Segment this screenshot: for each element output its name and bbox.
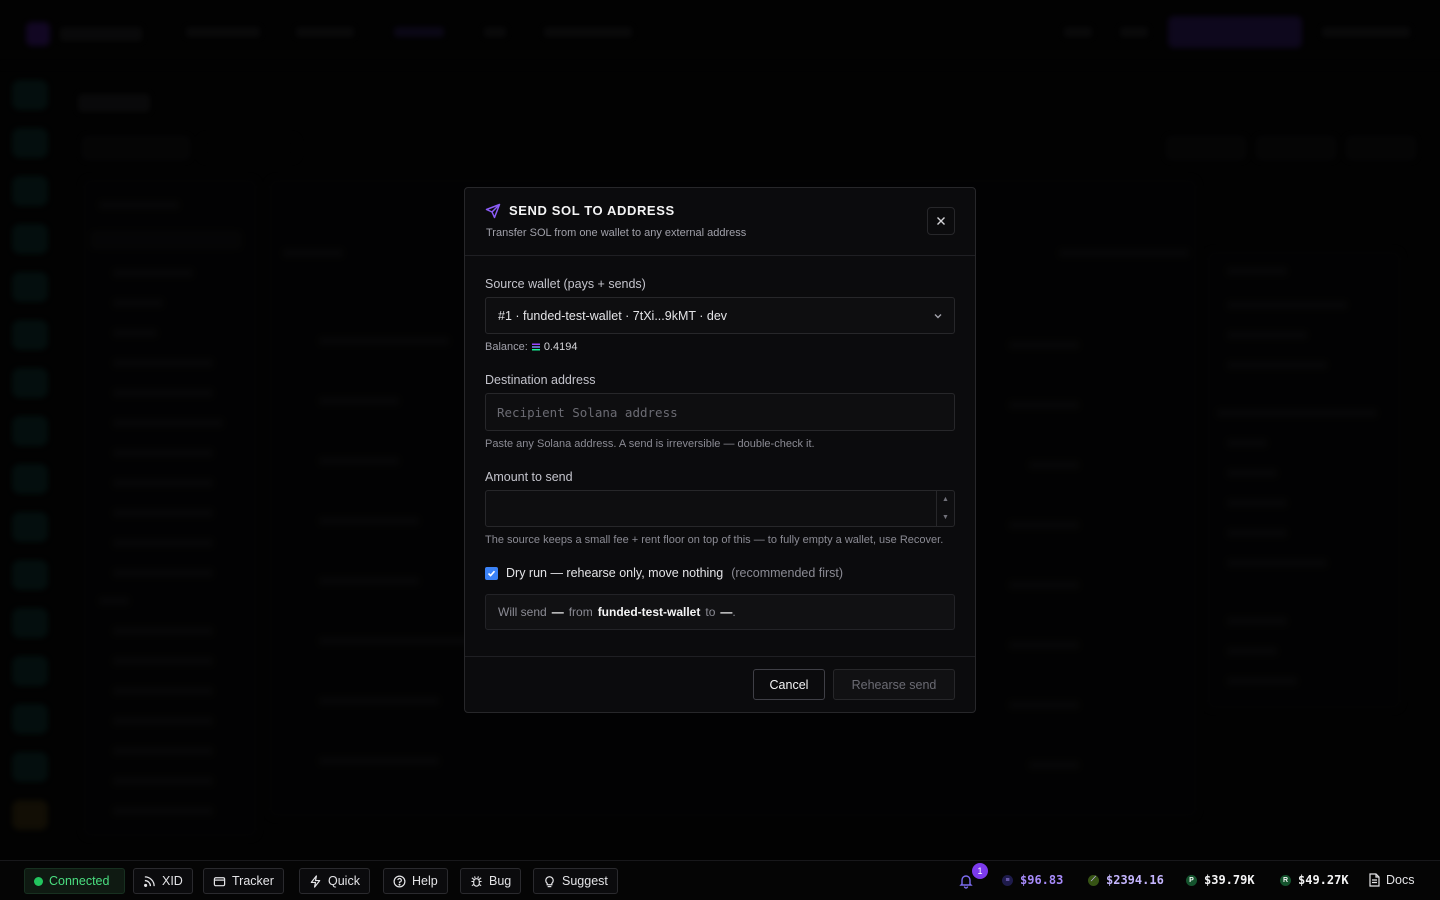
source-wallet-label: Source wallet (pays + sends) xyxy=(485,277,646,291)
summary-to: to xyxy=(705,605,716,619)
dry-run-label: Dry run — rehearse only, move nothing xyxy=(506,566,724,580)
ticker-value: $49.27K xyxy=(1298,873,1349,887)
connection-label: Connected xyxy=(49,874,110,888)
sol-icon xyxy=(531,343,540,351)
amount-stepper[interactable]: ▲ ▼ xyxy=(936,491,954,526)
source-wallet-value: #1 · funded-test-wallet · 7tXi...9kMT · … xyxy=(498,308,728,323)
eth-ticker-icon: ⟋ xyxy=(1088,874,1099,886)
status-dot-icon xyxy=(34,876,43,886)
modal-title: SEND SOL TO ADDRESS xyxy=(509,203,675,218)
ticker-value: $96.83 xyxy=(1020,873,1064,887)
lightning-icon xyxy=(310,874,321,888)
ticker-value: $39.79K xyxy=(1204,873,1255,887)
sol-ticker-icon: ≡ xyxy=(1002,874,1013,886)
document-icon xyxy=(1369,873,1380,887)
ticker-sol: ≡ $96.83 xyxy=(1002,873,1063,887)
close-button[interactable] xyxy=(927,207,955,235)
amount-input[interactable] xyxy=(485,490,955,527)
summary-wallet: funded-test-wallet xyxy=(597,605,701,619)
close-icon xyxy=(937,217,945,225)
summary-suffix: . xyxy=(732,605,736,619)
balance-value: 0.4194 xyxy=(543,341,578,353)
send-icon xyxy=(485,203,501,219)
suggest-button[interactable]: Suggest xyxy=(533,868,618,894)
summary-destination: — xyxy=(720,605,733,619)
send-summary: Will send — from funded-test-wallet to —… xyxy=(485,594,955,630)
dry-run-checkbox[interactable] xyxy=(485,566,498,580)
stepper-up-icon[interactable]: ▲ xyxy=(937,491,954,509)
bug-button[interactable]: Bug xyxy=(460,868,522,894)
destination-hint: Paste any Solana address. A send is irre… xyxy=(485,438,815,450)
lightbulb-icon xyxy=(545,875,554,887)
status-bar: Connected XID Tracker Quick Help Bug Sug… xyxy=(0,860,1440,900)
bug-icon xyxy=(471,875,482,887)
summary-prefix: Will send xyxy=(498,605,547,619)
summary-amount: — xyxy=(551,605,564,619)
p-ticker-icon: P xyxy=(1186,874,1197,886)
docs-label: Docs xyxy=(1386,873,1415,887)
dry-run-note: (recommended first) xyxy=(731,566,844,580)
balance-label: Balance: xyxy=(485,341,528,353)
xid-button[interactable]: XID xyxy=(133,868,193,894)
balance-row: Balance: 0.4194 xyxy=(485,341,955,353)
ticker-r: R $49.27K xyxy=(1280,873,1349,887)
notification-badge: 1 xyxy=(972,863,988,879)
xid-label: XID xyxy=(162,874,183,888)
cancel-button[interactable]: Cancel xyxy=(753,669,825,700)
chevron-down-icon xyxy=(934,314,942,319)
destination-address-input[interactable] xyxy=(485,393,955,431)
amount-label: Amount to send xyxy=(485,470,573,484)
bell-icon[interactable] xyxy=(958,873,974,889)
source-wallet-select[interactable]: #1 · funded-test-wallet · 7tXi...9kMT · … xyxy=(485,297,955,334)
tracker-label: Tracker xyxy=(232,874,274,888)
modal-header: SEND SOL TO ADDRESS Transfer SOL from on… xyxy=(465,188,975,256)
ticker-p: P $39.79K xyxy=(1186,873,1255,887)
connection-status[interactable]: Connected xyxy=(24,868,125,894)
dry-run-toggle[interactable]: Dry run — rehearse only, move nothing (r… xyxy=(485,566,955,580)
bug-label: Bug xyxy=(489,874,512,888)
rehearse-send-button[interactable]: Rehearse send xyxy=(833,669,955,700)
r-ticker-icon: R xyxy=(1280,874,1291,886)
amount-field: ▲ ▼ xyxy=(485,490,955,527)
amount-hint: The source keeps a small fee + rent floo… xyxy=(485,534,944,546)
rss-icon xyxy=(144,875,155,887)
check-icon xyxy=(487,570,496,577)
ticker-eth: ⟋ $2394.16 xyxy=(1088,873,1164,887)
destination-label: Destination address xyxy=(485,373,596,387)
help-button[interactable]: Help xyxy=(383,868,448,894)
modal-footer: Cancel Rehearse send xyxy=(465,656,975,712)
ticker-value: $2394.16 xyxy=(1106,873,1164,887)
modal-subtitle: Transfer SOL from one wallet to any exte… xyxy=(486,227,747,239)
tracker-button[interactable]: Tracker xyxy=(203,868,284,894)
quick-button[interactable]: Quick xyxy=(299,868,370,894)
stepper-down-icon[interactable]: ▼ xyxy=(937,509,954,527)
wallet-icon xyxy=(213,876,226,886)
help-label: Help xyxy=(412,874,438,888)
send-sol-modal: SEND SOL TO ADDRESS Transfer SOL from on… xyxy=(464,187,976,713)
help-icon xyxy=(393,875,406,887)
docs-link[interactable]: Docs xyxy=(1368,873,1414,887)
suggest-label: Suggest xyxy=(562,874,608,888)
modal-body: Source wallet (pays + sends) #1 · funded… xyxy=(485,256,955,630)
quick-label: Quick xyxy=(328,874,360,888)
summary-from: from xyxy=(568,605,593,619)
